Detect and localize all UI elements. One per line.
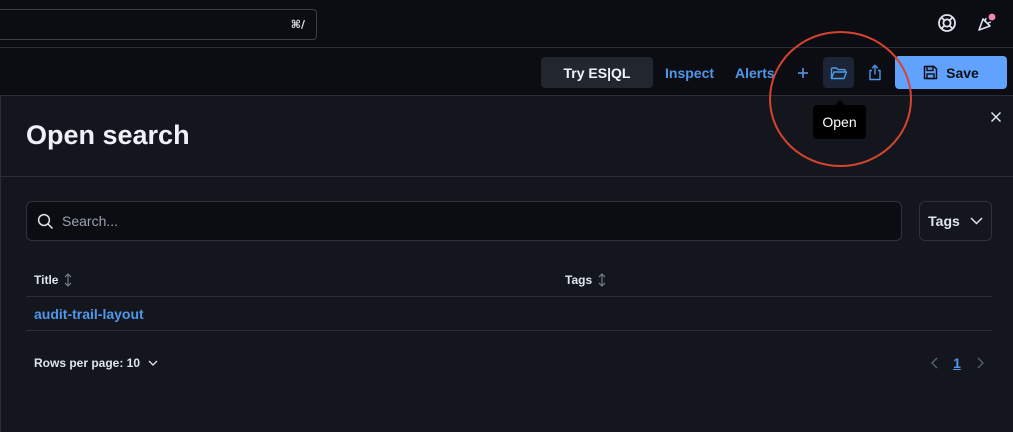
- next-page-button[interactable]: [972, 354, 988, 372]
- plus-icon: [797, 67, 808, 78]
- sort-icon: [65, 273, 72, 287]
- search-icon: [37, 213, 54, 230]
- column-header-title[interactable]: Title: [34, 273, 72, 287]
- save-label: Save: [946, 64, 979, 81]
- open-tooltip: Open: [813, 100, 866, 139]
- save-icon: [923, 65, 938, 80]
- close-flyout-button[interactable]: [986, 107, 1006, 127]
- folder-open-icon: [830, 66, 847, 79]
- sort-icon: [598, 273, 606, 287]
- saved-search-search-field: [26, 201, 902, 241]
- share-button[interactable]: [859, 57, 890, 88]
- notification-dot: [988, 13, 996, 21]
- search-shortcut-hint: ⌘/: [290, 18, 305, 31]
- saved-search-link[interactable]: audit-trail-layout: [34, 306, 144, 322]
- flyout-title: Open search: [26, 120, 190, 150]
- alerts-button[interactable]: Alerts: [735, 57, 775, 88]
- new-search-button[interactable]: [787, 57, 818, 88]
- open-search-button[interactable]: [823, 57, 854, 88]
- close-icon: [990, 111, 1002, 123]
- open-search-flyout: Open search Tags Title: [0, 96, 1013, 432]
- rows-per-page-button[interactable]: Rows per page: 10: [34, 354, 158, 372]
- inspect-button[interactable]: Inspect: [665, 57, 714, 88]
- table-header: Title Tags: [26, 263, 992, 297]
- tags-filter-button[interactable]: Tags: [919, 201, 992, 241]
- share-icon: [868, 64, 881, 81]
- chevron-left-icon: [930, 357, 937, 369]
- global-search-input[interactable]: ⌘/: [0, 9, 317, 40]
- chevron-right-icon: [977, 357, 984, 369]
- save-button[interactable]: Save: [895, 56, 1007, 89]
- page-1-button[interactable]: 1: [949, 354, 965, 372]
- chevron-down-icon: [148, 360, 158, 366]
- rows-per-page-label: Rows per page: 10: [34, 356, 141, 370]
- chevron-down-icon: [970, 217, 983, 225]
- newsfeed-icon[interactable]: [975, 12, 997, 34]
- previous-page-button[interactable]: [926, 354, 942, 372]
- table-row: audit-trail-layout: [26, 297, 992, 331]
- tags-filter-label: Tags: [928, 213, 960, 229]
- try-esql-button[interactable]: Try ES|QL: [541, 57, 653, 88]
- search-input[interactable]: [62, 202, 892, 240]
- column-header-tags[interactable]: Tags: [565, 273, 606, 287]
- top-header: ⌘/: [0, 0, 1013, 48]
- help-icon[interactable]: [936, 12, 958, 34]
- discover-toolbar: Try ES|QL Inspect Alerts Save: [0, 48, 1013, 96]
